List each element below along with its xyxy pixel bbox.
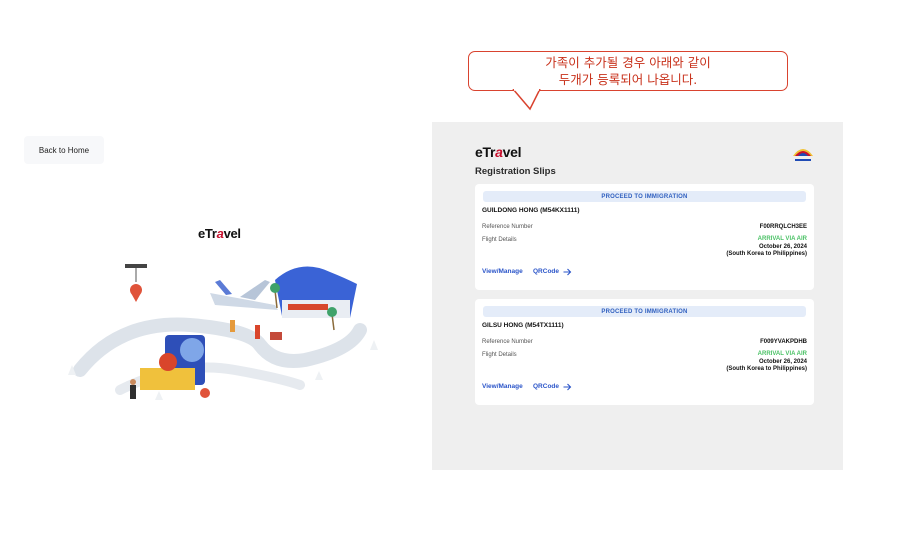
back-to-home-button[interactable]: Back to Home: [24, 136, 104, 164]
qrcode-link[interactable]: QRCode: [533, 383, 559, 390]
status-badge: PROCEED TO IMMIGRATION: [483, 306, 806, 317]
registration-slip-card: PROCEED TO IMMIGRATION GUILDONG HONG (M5…: [475, 184, 814, 290]
logo-suffix: vel: [223, 226, 241, 241]
flight-mode: ARRIVAL VIA AIR: [757, 351, 807, 357]
travel-illustration: [68, 264, 378, 400]
reference-number-value: F00RRQLCH3EE: [759, 224, 807, 230]
panel-logo-suffix: vel: [502, 144, 522, 160]
flight-details-value: ARRIVAL VIA AIR October 26, 2024 (South …: [726, 236, 807, 259]
status-badge: PROCEED TO IMMIGRATION: [483, 191, 806, 202]
callout-line-2: 두개가 등록되어 나옵니다.: [558, 72, 698, 87]
bagong-pilipinas-emblem-icon: [793, 149, 813, 161]
etravel-logo: eTravel: [198, 226, 241, 241]
flight-mode: ARRIVAL VIA AIR: [757, 236, 807, 242]
logo-prefix: eTr: [198, 226, 217, 241]
arrow-right-icon[interactable]: [563, 383, 572, 391]
callout-note: 가족이 추가될 경우 아래와 같이 두개가 등록되어 나옵니다.: [468, 51, 788, 91]
reference-number-value: F009YVAKPDHB: [760, 339, 807, 345]
view-manage-link[interactable]: View/Manage: [482, 268, 523, 275]
qrcode-link[interactable]: QRCode: [533, 268, 559, 275]
flight-date: October 26, 2024: [758, 358, 807, 365]
traveler-name: GILSU HONG (M54TX1111): [482, 322, 564, 329]
callout-tail: [512, 89, 541, 111]
flight-route: (South Korea to Philippines): [726, 251, 807, 257]
traveler-name: GUILDONG HONG (M54KX1111): [482, 207, 580, 214]
logo-accent: a: [216, 226, 224, 241]
flight-details-label: Flight Details: [482, 237, 517, 243]
registration-panel: eTravel Registration Slips PROCEED TO IM…: [432, 122, 843, 470]
panel-etravel-logo: eTravel: [475, 144, 521, 160]
arrow-right-icon[interactable]: [563, 268, 572, 276]
callout-line-1: 가족이 추가될 경우 아래와 같이: [545, 55, 711, 70]
registration-slip-card: PROCEED TO IMMIGRATION GILSU HONG (M54TX…: [475, 299, 814, 405]
flight-details-value: ARRIVAL VIA AIR October 26, 2024 (South …: [726, 351, 807, 374]
page-title: Registration Slips: [475, 166, 556, 177]
flight-date: October 26, 2024: [758, 243, 807, 250]
view-manage-link[interactable]: View/Manage: [482, 383, 523, 390]
reference-number-label: Reference Number: [482, 339, 533, 345]
flight-route: (South Korea to Philippines): [726, 366, 807, 372]
panel-logo-prefix: eTr: [475, 144, 496, 160]
reference-number-label: Reference Number: [482, 224, 533, 230]
panel-logo-accent: a: [495, 144, 503, 160]
flight-details-label: Flight Details: [482, 352, 517, 358]
